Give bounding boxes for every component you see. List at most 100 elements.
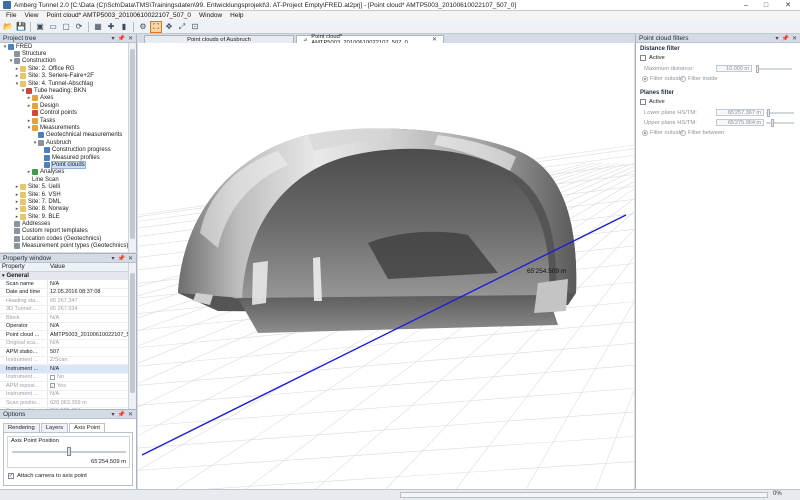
tree-item[interactable]: ▸ Site: 7. DML	[0, 198, 129, 205]
distance-filter-inside-option[interactable]: Filter inside	[680, 76, 718, 82]
radio-filter-outside[interactable]	[642, 76, 648, 82]
pin-icon[interactable]: 📌	[117, 35, 124, 42]
tab-point-clouds-ausbruch[interactable]: Point clouds of Ausbruch	[144, 35, 294, 43]
pin-icon[interactable]: ⊿	[303, 37, 307, 43]
radio-filter-between[interactable]	[680, 130, 686, 136]
planes-active-row[interactable]: Active	[640, 99, 665, 105]
tree-item[interactable]: ▾ Tube heading: BKN	[0, 87, 129, 95]
property-row[interactable]: Block N/A	[0, 314, 129, 323]
property-scrollbar[interactable]	[128, 263, 136, 409]
fit-icon[interactable]: ⊡	[189, 21, 201, 33]
property-row[interactable]: Original sca... N/A	[0, 339, 129, 348]
tree-item[interactable]: ▸ Tasks	[0, 117, 129, 124]
window-icon[interactable]: ▢	[60, 21, 72, 33]
close-icon[interactable]: ✕	[792, 35, 797, 42]
distance-active-row[interactable]: Active	[640, 55, 665, 61]
pin-icon[interactable]: 📌	[117, 255, 124, 262]
close-tab-icon[interactable]: ✕	[432, 36, 437, 43]
max-distance-slider[interactable]	[756, 65, 792, 73]
grid-icon[interactable]: ▦	[92, 21, 104, 33]
planes-filter-outside-option[interactable]: Filter outside	[642, 130, 683, 136]
close-icon[interactable]: ✕	[128, 411, 133, 418]
menu-view[interactable]: View	[20, 12, 42, 19]
tree-item[interactable]: Location codes (Geotechnics)	[0, 235, 129, 242]
tree-item[interactable]: Line Scan	[0, 176, 129, 183]
save-icon[interactable]: 💾	[15, 21, 27, 33]
property-column[interactable]: Property	[0, 263, 48, 271]
dropdown-icon[interactable]: ▾	[111, 411, 114, 418]
minimize-button[interactable]: –	[736, 0, 756, 11]
tree-item[interactable]: ▾ Measurements	[0, 124, 129, 131]
lower-plane-slider[interactable]	[766, 109, 794, 117]
dropdown-icon[interactable]: ▾	[111, 255, 114, 262]
tree-item[interactable]: ▾ Ausbruch	[0, 139, 129, 146]
property-row[interactable]: APM statio... 507	[0, 348, 129, 357]
property-row[interactable]: Scan name N/A	[0, 280, 129, 289]
tree-item[interactable]: ▸ Axes	[0, 95, 129, 102]
measure-icon[interactable]: ⛶	[150, 20, 162, 33]
pin-icon[interactable]: 📌	[117, 411, 124, 418]
property-row[interactable]: Operator N/A	[0, 322, 129, 331]
tree-item[interactable]: ▾ Site: 4. Tunnel-Abschlag	[0, 80, 129, 87]
tree-item[interactable]: Control points	[0, 110, 129, 117]
axis-point-slider-thumb[interactable]	[67, 447, 71, 456]
tree-item[interactable]: Custom report templates	[0, 228, 129, 235]
scrollbar-thumb[interactable]	[130, 49, 135, 239]
slider-thumb[interactable]	[767, 109, 770, 117]
tab-point-cloud-scan[interactable]: ⊿ Point cloud* AMTP5003_20100610022107_5…	[296, 34, 444, 46]
tree-item[interactable]: Structure	[0, 50, 129, 58]
property-row[interactable]: Heading sta... 65 267.347	[0, 297, 129, 306]
scrollbar-thumb[interactable]	[130, 273, 135, 393]
property-row[interactable]: Instrument ... No	[0, 373, 129, 382]
layout-icon[interactable]: ▭	[47, 21, 59, 33]
maximize-button[interactable]: □	[756, 0, 776, 11]
upper-plane-field[interactable]: 65'275.964 m	[716, 119, 764, 126]
tree-item[interactable]: Geotechnical measurements	[0, 132, 129, 139]
max-distance-field[interactable]: 10.000 m	[716, 65, 752, 72]
tree-item[interactable]: ▸ Site: 8. Norway	[0, 206, 129, 213]
dropdown-icon[interactable]: ▾	[775, 35, 778, 42]
property-row[interactable]: APM reposi... ✓ Yes	[0, 382, 129, 391]
slider-thumb[interactable]	[771, 119, 774, 127]
property-row[interactable]: Date and time 12.05.2016 08:37:08	[0, 288, 129, 297]
pin-icon[interactable]: 📌	[781, 35, 788, 42]
tree-item[interactable]: ▾ FRED	[0, 43, 129, 50]
save-all-icon[interactable]: ▣	[34, 21, 46, 33]
zoom-icon[interactable]: ✥	[163, 21, 175, 33]
property-group-general[interactable]: ▾ General	[0, 272, 129, 280]
upper-plane-slider[interactable]	[766, 119, 794, 127]
tree-item[interactable]: ▸ Site: 2. Office RG	[0, 65, 129, 72]
lower-plane-field[interactable]: 65'257.367 m	[716, 109, 764, 116]
tree-item[interactable]: ▸ Design	[0, 102, 129, 109]
tree-item[interactable]: ▾ Construction	[0, 58, 129, 65]
dropdown-icon[interactable]: ▾	[111, 35, 114, 42]
slider-thumb[interactable]	[756, 65, 759, 73]
open-folder-icon[interactable]: 📂	[2, 21, 14, 33]
property-row[interactable]: 3D Tunnel:... 65 267.534	[0, 305, 129, 314]
distance-filter-outside-option[interactable]: Filter outside	[642, 76, 683, 82]
attach-camera-row[interactable]: ✓ Attach camera to axis point	[8, 473, 87, 479]
tab-axis-point[interactable]: Axis Point	[69, 423, 105, 432]
settings-icon[interactable]: ⚙	[137, 21, 149, 33]
collapse-icon[interactable]: ▾	[2, 273, 5, 279]
delete-icon[interactable]: ▮	[118, 21, 130, 33]
add-icon[interactable]: ✚	[105, 21, 117, 33]
refresh-icon[interactable]: ⟳	[73, 21, 85, 33]
tree-item[interactable]: Addresses	[0, 220, 129, 228]
tab-rendering[interactable]: Rendering	[3, 423, 40, 432]
project-tree-scrollbar[interactable]	[128, 43, 136, 252]
property-row[interactable]: Instrument ... N/A	[0, 365, 129, 374]
property-row[interactable]: Instrument ... Z/Scan	[0, 356, 129, 365]
distance-active-checkbox[interactable]	[640, 55, 646, 61]
property-row[interactable]: Instrument ... N/A	[0, 390, 129, 399]
attach-camera-checkbox[interactable]: ✓	[8, 473, 14, 479]
radio-filter-outside[interactable]	[642, 130, 648, 136]
tree-item[interactable]: ▸ Site: 9. BLE	[0, 213, 129, 220]
tree-item[interactable]: Construction progress	[0, 146, 129, 154]
tree-item[interactable]: ▸ Site: 5. Uelli	[0, 183, 129, 191]
pan-icon[interactable]: ⤢	[176, 21, 188, 33]
menu-window[interactable]: Window	[195, 12, 226, 19]
radio-filter-inside[interactable]	[680, 76, 686, 82]
close-button[interactable]: ✕	[776, 0, 800, 11]
tree-item[interactable]: ▸ Site: 6. VSH	[0, 191, 129, 198]
